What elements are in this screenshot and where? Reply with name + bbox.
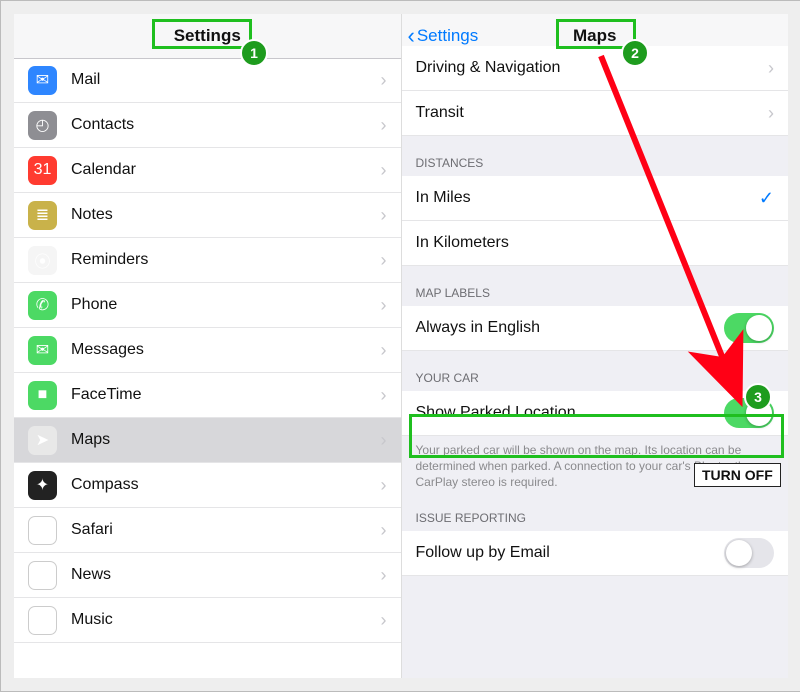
toggle-follow-up-email[interactable]: [724, 538, 774, 568]
chevron-right-icon: ›: [381, 160, 387, 181]
settings-row-phone[interactable]: ✆ Phone›: [14, 283, 401, 328]
chevron-right-icon: ›: [768, 103, 774, 124]
app-icon-facetime: ■: [28, 381, 57, 410]
chevron-right-icon: ›: [381, 520, 387, 541]
header-your-car: YOUR CAR: [402, 351, 789, 391]
row-driving-navigation[interactable]: Driving & Navigation ›: [402, 46, 789, 91]
row-label: Driving & Navigation: [416, 59, 769, 77]
row-label: Transit: [416, 104, 769, 122]
row-label: Contacts: [71, 116, 381, 134]
app-icon-maps: ➤: [28, 426, 57, 455]
row-always-english: Always in English: [402, 306, 789, 351]
chevron-right-icon: ›: [381, 610, 387, 631]
row-label: News: [71, 566, 381, 584]
app-icon-contacts: ◴: [28, 111, 57, 140]
chevron-right-icon: ›: [381, 340, 387, 361]
row-label: Follow up by Email: [416, 544, 725, 562]
app-icon-calendar: 31: [28, 156, 57, 185]
chevron-right-icon: ›: [381, 250, 387, 271]
toggle-always-english[interactable]: [724, 313, 774, 343]
app-icon-reminders: ⦿: [28, 246, 57, 275]
row-label: FaceTime: [71, 386, 381, 404]
row-transit[interactable]: Transit ›: [402, 91, 789, 136]
app-icon-safari: ✱: [28, 516, 57, 545]
row-label: In Kilometers: [416, 234, 775, 252]
row-label: Phone: [71, 296, 381, 314]
row-label: Music: [71, 611, 381, 629]
row-follow-up-email: Follow up by Email: [402, 531, 789, 576]
row-show-parked-location: Show Parked Location: [402, 391, 789, 436]
chevron-left-icon: ‹: [408, 25, 415, 47]
settings-row-reminders[interactable]: ⦿ Reminders›: [14, 238, 401, 283]
toggle-show-parked-location[interactable]: [724, 398, 774, 428]
settings-row-facetime[interactable]: ■ FaceTime›: [14, 373, 401, 418]
left-title: Settings: [174, 26, 241, 46]
row-label: Show Parked Location: [416, 404, 725, 422]
settings-row-contacts[interactable]: ◴ Contacts›: [14, 103, 401, 148]
row-label: Always in English: [416, 319, 725, 337]
header-distances: DISTANCES: [402, 136, 789, 176]
settings-row-mail[interactable]: ✉ Mail›: [14, 58, 401, 103]
row-label: Notes: [71, 206, 381, 224]
settings-row-news[interactable]: N News›: [14, 553, 401, 598]
chevron-right-icon: ›: [381, 475, 387, 496]
left-navbar: Settings: [14, 14, 401, 59]
app-icon-messages: ✉: [28, 336, 57, 365]
header-map-labels: MAP LABELS: [402, 266, 789, 306]
settings-row-notes[interactable]: ≣ Notes›: [14, 193, 401, 238]
row-label: Calendar: [71, 161, 381, 179]
app-icon-compass: ✦: [28, 471, 57, 500]
settings-row-calendar[interactable]: 31 Calendar›: [14, 148, 401, 193]
header-issue-reporting: ISSUE REPORTING: [402, 505, 789, 531]
app-icon-phone: ✆: [28, 291, 57, 320]
app-icon-music: ♫: [28, 606, 57, 635]
chevron-right-icon: ›: [381, 70, 387, 91]
chevron-right-icon: ›: [768, 58, 774, 79]
back-button[interactable]: ‹ Settings: [408, 25, 479, 47]
row-label: Messages: [71, 341, 381, 359]
app-icon-notes: ≣: [28, 201, 57, 230]
chevron-right-icon: ›: [381, 205, 387, 226]
chevron-right-icon: ›: [381, 565, 387, 586]
row-label: In Miles: [416, 189, 759, 207]
row-in-kilometers[interactable]: In Kilometers: [402, 221, 789, 266]
right-title: Maps: [573, 26, 616, 46]
chevron-right-icon: ›: [381, 295, 387, 316]
annotation-turn-off-label: TURN OFF: [694, 463, 781, 487]
settings-row-maps[interactable]: ➤ Maps›: [14, 418, 401, 463]
app-icon-news: N: [28, 561, 57, 590]
back-label: Settings: [417, 26, 478, 46]
settings-row-compass[interactable]: ✦ Compass›: [14, 463, 401, 508]
row-label: Safari: [71, 521, 381, 539]
chevron-right-icon: ›: [381, 430, 387, 451]
settings-row-messages[interactable]: ✉ Messages›: [14, 328, 401, 373]
checkmark-icon: ✓: [759, 188, 774, 209]
chevron-right-icon: ›: [381, 385, 387, 406]
chevron-right-icon: ›: [381, 115, 387, 136]
row-label: Compass: [71, 476, 381, 494]
app-icon-mail: ✉: [28, 66, 57, 95]
row-label: Maps: [71, 431, 381, 449]
row-label: Mail: [71, 71, 381, 89]
settings-row-music[interactable]: ♫ Music›: [14, 598, 401, 643]
settings-row-safari[interactable]: ✱ Safari›: [14, 508, 401, 553]
row-in-miles[interactable]: In Miles ✓: [402, 176, 789, 221]
row-label: Reminders: [71, 251, 381, 269]
